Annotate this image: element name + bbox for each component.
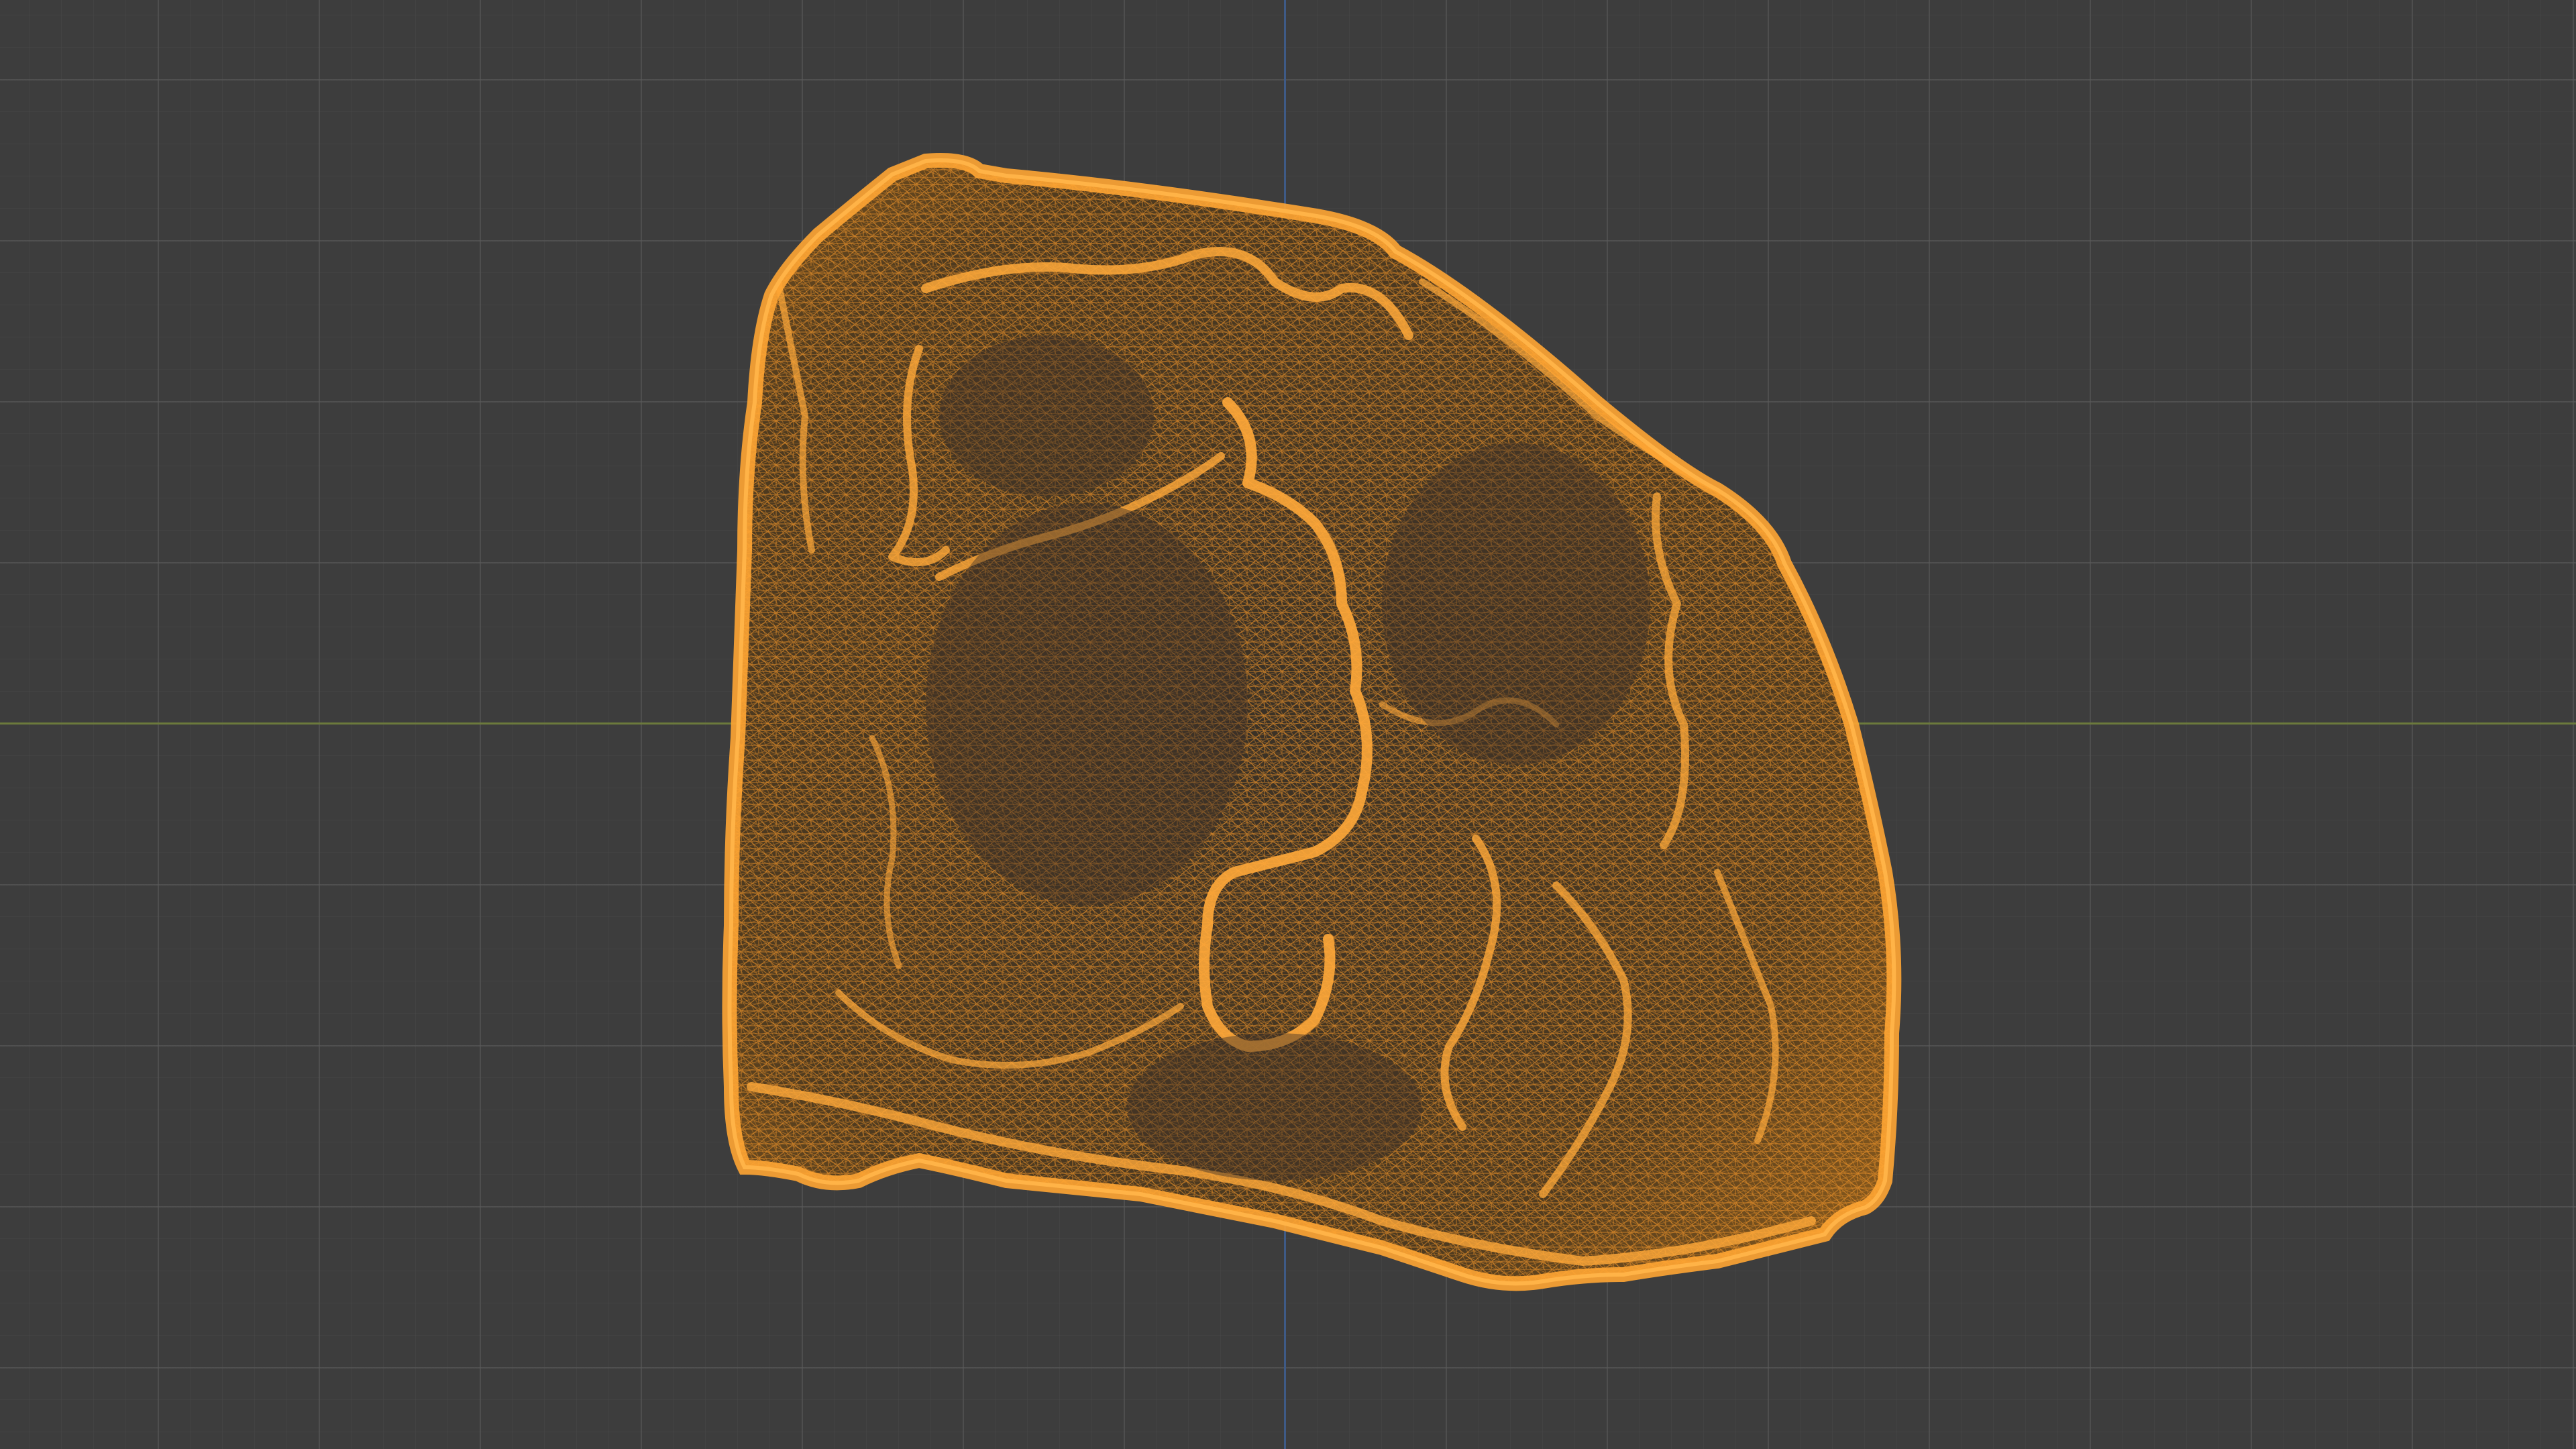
rock-mesh-wireframe[interactable] [0,0,2576,1449]
3d-viewport[interactable] [0,0,2576,1449]
